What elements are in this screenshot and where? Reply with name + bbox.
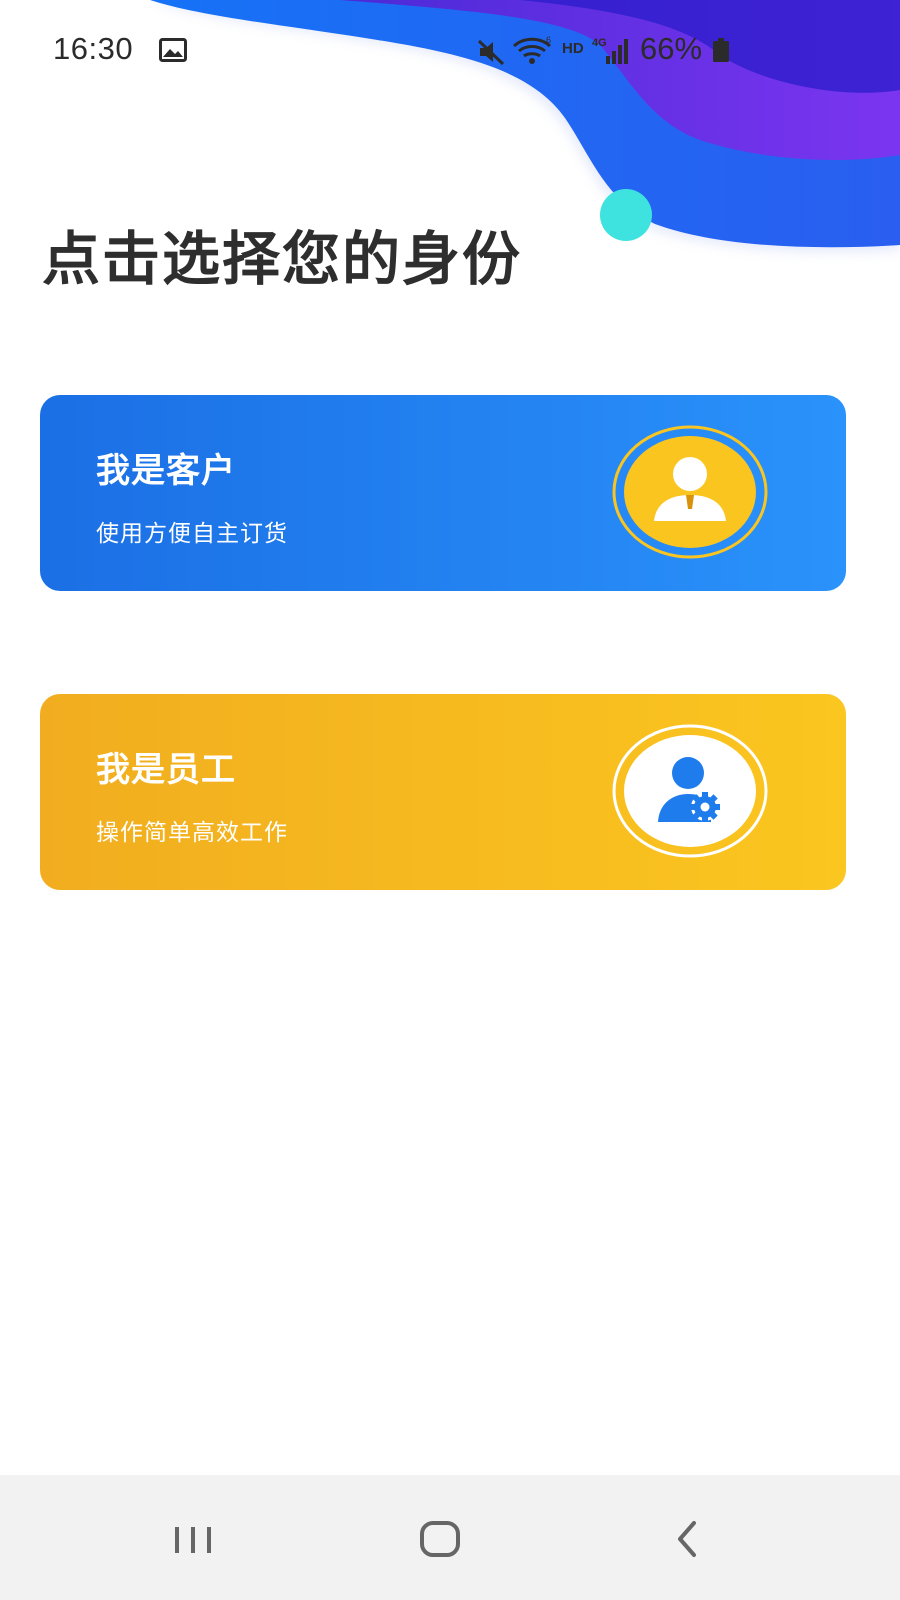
signal-icon: 4G [592, 37, 628, 64]
mute-icon [477, 39, 505, 66]
home-icon[interactable] [412, 1511, 472, 1567]
status-bar: 16:30 6 HD 4G 66% [0, 0, 900, 100]
battery-icon [713, 38, 729, 62]
page-title: 点击选择您的身份 [42, 225, 523, 293]
system-navigation-bar [0, 1475, 900, 1600]
employee-card-title: 我是员工 [96, 750, 236, 790]
svg-text:6: 6 [546, 36, 551, 45]
customer-card-title: 我是客户 [96, 451, 236, 491]
employee-card-subtitle: 操作简单高效工作 [96, 820, 288, 846]
svg-text:4G: 4G [592, 37, 607, 49]
status-time: 16:30 [53, 31, 134, 66]
customer-role-card[interactable]: 我是客户 使用方便自主订货 [40, 395, 846, 591]
customer-card-subtitle: 使用方便自主订货 [96, 521, 288, 547]
gallery-icon [159, 38, 187, 62]
battery-percentage: 66% [640, 31, 703, 66]
recents-icon[interactable] [163, 1511, 223, 1567]
employee-settings-icon [612, 724, 768, 858]
hd-label: HD [562, 40, 584, 57]
back-icon[interactable] [660, 1511, 720, 1567]
wifi-icon: 6 [512, 36, 551, 64]
customer-avatar-icon [612, 425, 768, 559]
employee-role-card[interactable]: 我是员工 操作简单高效工作 [40, 694, 846, 890]
